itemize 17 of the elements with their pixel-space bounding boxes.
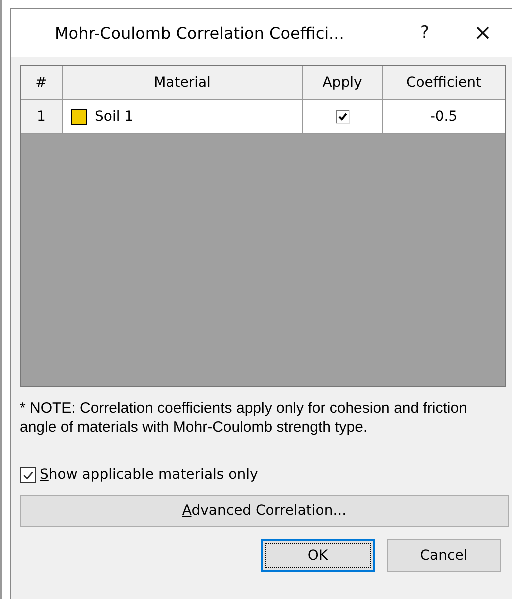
advanced-correlation-button[interactable]: Advanced Correlation... [20, 495, 509, 527]
checkmark-icon [338, 112, 348, 122]
note-text: * NOTE: Correlation coefficients apply only for cohesion and friction angle of materials with Mohr-Coulomb strength type. [20, 399, 468, 437]
column-header: Coefficient [383, 66, 505, 100]
show-applicable-checkbox[interactable]: Show applicable materials only [20, 467, 506, 483]
coefficient-cell[interactable]: -0.5 [383, 100, 505, 134]
column-header: # [21, 66, 63, 100]
column-header: Material [63, 66, 303, 100]
column-header: Apply [303, 66, 383, 100]
apply-checkbox[interactable] [336, 110, 350, 124]
row-header: 1 [21, 100, 63, 134]
cancel-button[interactable]: Cancel [387, 539, 501, 572]
help-button[interactable]: ? [396, 23, 454, 43]
material-name: Soil 1 [95, 108, 134, 124]
ok-button[interactable]: OK [261, 539, 375, 572]
window-title: Mohr-Coulomb Correlation Coeffici... [55, 24, 346, 42]
close-button[interactable]: × [454, 20, 512, 46]
